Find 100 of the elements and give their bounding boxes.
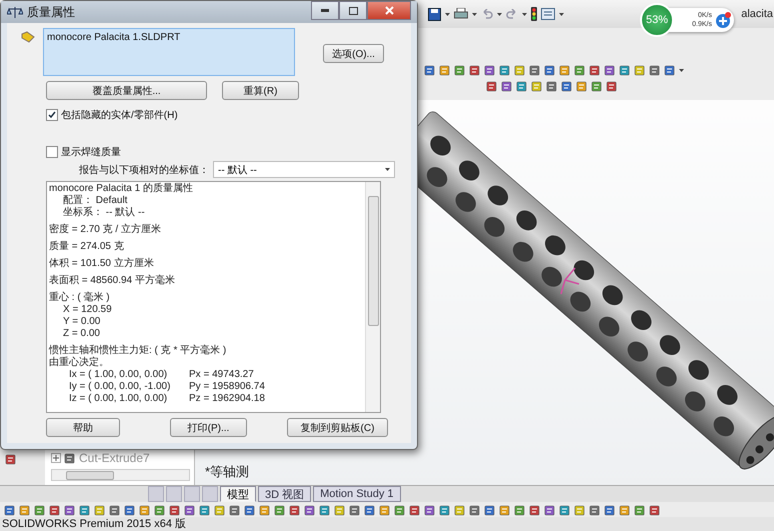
checkbox[interactable] <box>46 146 58 158</box>
toolbar-icon[interactable] <box>229 504 241 516</box>
caret-icon[interactable] <box>445 12 450 16</box>
tab[interactable]: 3D 视图 <box>258 486 312 502</box>
options-icon[interactable] <box>541 8 555 20</box>
toolbar-icon[interactable] <box>94 504 106 516</box>
toolbar-icon[interactable] <box>529 504 541 516</box>
close-button[interactable] <box>367 1 411 20</box>
selection-list[interactable]: monocore Palacita 1.SLDPRT <box>43 28 295 76</box>
maximize-button[interactable] <box>339 1 367 20</box>
toolbar-icon[interactable] <box>484 64 496 76</box>
minimize-button[interactable] <box>311 1 339 20</box>
toolbar-icon[interactable] <box>49 504 61 516</box>
toolbar-icon[interactable] <box>559 64 571 76</box>
toolbar-icon[interactable] <box>516 80 528 92</box>
toolbar-icon[interactable] <box>499 504 511 516</box>
toolbar-icon[interactable] <box>619 504 631 516</box>
plus-icon[interactable] <box>716 12 732 28</box>
toolbar-icon[interactable] <box>501 80 513 92</box>
caret-icon[interactable] <box>472 12 477 16</box>
toolbar-icon[interactable] <box>514 64 526 76</box>
toolbar-icon[interactable] <box>124 504 136 516</box>
toolbar-icon[interactable] <box>546 80 558 92</box>
toolbar-icon[interactable] <box>531 80 543 92</box>
toolbar-icon[interactable] <box>394 504 406 516</box>
toolbar-icon[interactable] <box>214 504 226 516</box>
toolbar-icon[interactable] <box>619 64 631 76</box>
override-button[interactable]: 覆盖质量属性... <box>46 81 207 100</box>
toolbar-icon[interactable] <box>486 80 498 92</box>
toolbar-icon[interactable] <box>634 64 646 76</box>
vertical-scrollbar[interactable] <box>365 182 380 412</box>
toolbar-icon[interactable] <box>589 504 601 516</box>
toolbar-icon[interactable] <box>634 504 646 516</box>
options-button[interactable]: 选项(O)... <box>323 44 384 63</box>
toolbar-icon[interactable] <box>591 80 603 92</box>
toolbar-icon[interactable] <box>529 64 541 76</box>
toolbar-icon[interactable] <box>349 504 361 516</box>
toolbar-icon[interactable] <box>424 504 436 516</box>
toolbar-icon[interactable] <box>364 504 376 516</box>
toolbar-icon[interactable] <box>409 504 421 516</box>
toolbar-icon[interactable] <box>64 504 76 516</box>
caret-icon[interactable] <box>679 68 684 72</box>
dialog-button[interactable]: 复制到剪贴板(C) <box>287 418 388 437</box>
toolbar-icon[interactable] <box>199 504 211 516</box>
toolbar-icon[interactable] <box>604 504 616 516</box>
tab[interactable]: Motion Study 1 <box>313 486 400 502</box>
toolbar-icon[interactable] <box>664 64 676 76</box>
horizontal-scrollbar[interactable] <box>51 469 190 481</box>
toolbar-icon[interactable] <box>5 453 17 465</box>
toolbar-icon[interactable] <box>576 80 588 92</box>
toolbar-icon[interactable] <box>574 504 586 516</box>
toolbar-icon[interactable] <box>559 504 571 516</box>
toolbar-icon[interactable] <box>379 504 391 516</box>
caret-icon[interactable] <box>385 168 390 171</box>
printer-icon[interactable] <box>454 8 468 20</box>
toolbar-icon[interactable] <box>274 504 286 516</box>
list-item[interactable]: monocore Palacita 1.SLDPRT <box>47 32 291 43</box>
toolbar-icon[interactable] <box>109 504 121 516</box>
toolbar-icon[interactable] <box>544 504 556 516</box>
toolbar-icon[interactable] <box>439 504 451 516</box>
toolbar-icon[interactable] <box>79 504 91 516</box>
dialog-button[interactable]: 打印(P)... <box>170 418 247 437</box>
expand-toggle[interactable] <box>51 453 61 463</box>
tab[interactable]: 模型 <box>220 486 256 502</box>
toolbar-icon[interactable] <box>319 504 331 516</box>
toolbar-icon[interactable] <box>469 64 481 76</box>
toolbar-icon[interactable] <box>4 504 16 516</box>
toolbar-icon[interactable] <box>649 504 661 516</box>
toolbar-icon[interactable] <box>424 64 436 76</box>
toolbar-icon[interactable] <box>259 504 271 516</box>
toolbar-icon[interactable] <box>499 64 511 76</box>
toolbar-icon[interactable] <box>589 64 601 76</box>
toolbar-icon[interactable] <box>469 504 481 516</box>
toolbar-icon[interactable] <box>544 64 556 76</box>
toolbar-icon[interactable] <box>514 504 526 516</box>
toolbar-icon[interactable] <box>19 504 31 516</box>
toolbar-icon[interactable] <box>154 504 166 516</box>
toolbar-icon[interactable] <box>439 64 451 76</box>
toolbar-icon[interactable] <box>289 504 301 516</box>
caret-icon[interactable] <box>559 12 564 16</box>
toolbar-icon[interactable] <box>34 504 46 516</box>
toolbar-icon[interactable] <box>184 504 196 516</box>
save-icon[interactable] <box>428 8 441 20</box>
coordinate-dropdown[interactable]: -- 默认 -- <box>213 161 395 178</box>
toolbar-icon[interactable] <box>574 64 586 76</box>
toolbar-icon[interactable] <box>561 80 573 92</box>
checkbox[interactable] <box>46 109 58 121</box>
toolbar-icon[interactable] <box>649 64 661 76</box>
traffic-light-icon[interactable] <box>531 7 537 21</box>
toolbar-icon[interactable] <box>454 64 466 76</box>
toolbar-icon[interactable] <box>139 504 151 516</box>
toolbar-icon[interactable] <box>484 504 496 516</box>
toolbar-icon[interactable] <box>64 452 76 464</box>
toolbar-icon[interactable] <box>334 504 346 516</box>
toolbar-icon[interactable] <box>454 504 466 516</box>
dialog-button[interactable]: 帮助 <box>46 418 120 437</box>
toolbar-icon[interactable] <box>604 64 616 76</box>
recalculate-button[interactable]: 重算(R) <box>222 81 299 100</box>
toolbar-icon[interactable] <box>304 504 316 516</box>
toolbar-icon[interactable] <box>169 504 181 516</box>
